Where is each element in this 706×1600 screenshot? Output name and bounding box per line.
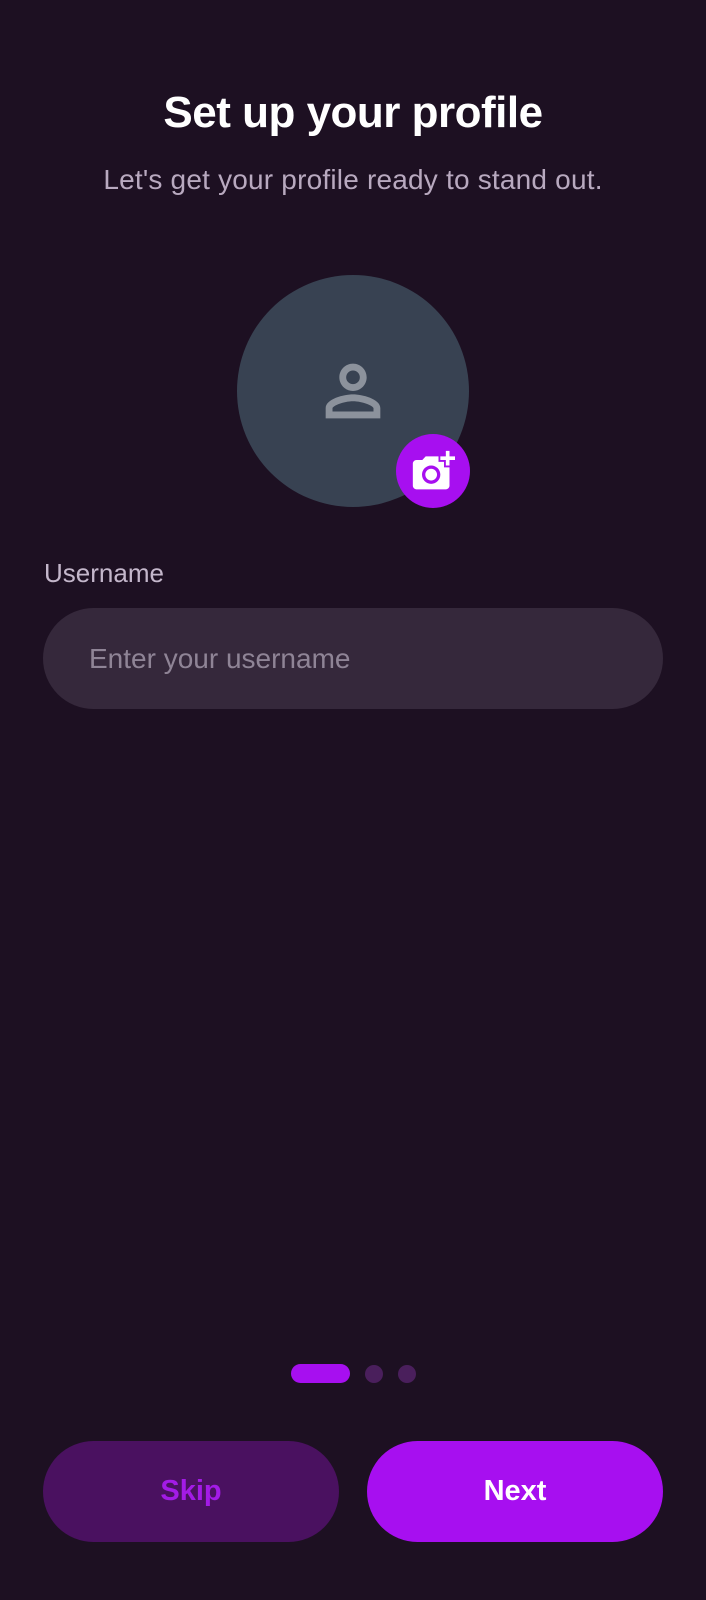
username-label: Username: [44, 558, 164, 588]
add-photo-icon: [412, 450, 455, 490]
page-title: Set up your profile: [163, 88, 543, 137]
username-input[interactable]: [43, 608, 663, 709]
step-dot: [398, 1364, 416, 1383]
add-photo-button[interactable]: [396, 434, 470, 508]
profile-photo-picker[interactable]: [237, 275, 470, 508]
step-dot-active: [291, 1364, 350, 1383]
step-dot: [365, 1364, 383, 1383]
step-indicator: [291, 1364, 416, 1383]
next-button[interactable]: Next: [367, 1441, 663, 1542]
page-subtitle: Let's get your profile ready to stand ou…: [103, 164, 603, 195]
skip-button[interactable]: Skip: [43, 1441, 339, 1542]
person-icon: [325, 363, 381, 419]
